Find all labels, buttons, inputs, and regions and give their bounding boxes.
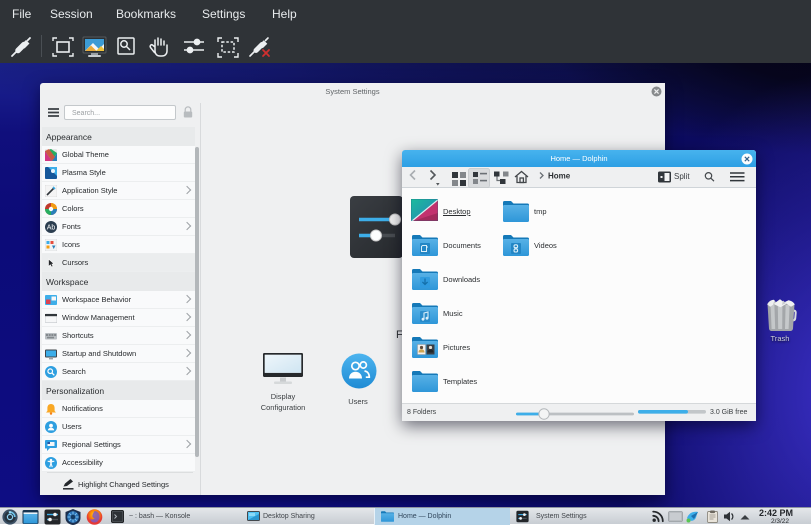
svg-text:Home: Home — [548, 172, 571, 181]
svg-text:Ab: Ab — [46, 225, 55, 232]
svg-text:Split: Split — [674, 172, 690, 181]
